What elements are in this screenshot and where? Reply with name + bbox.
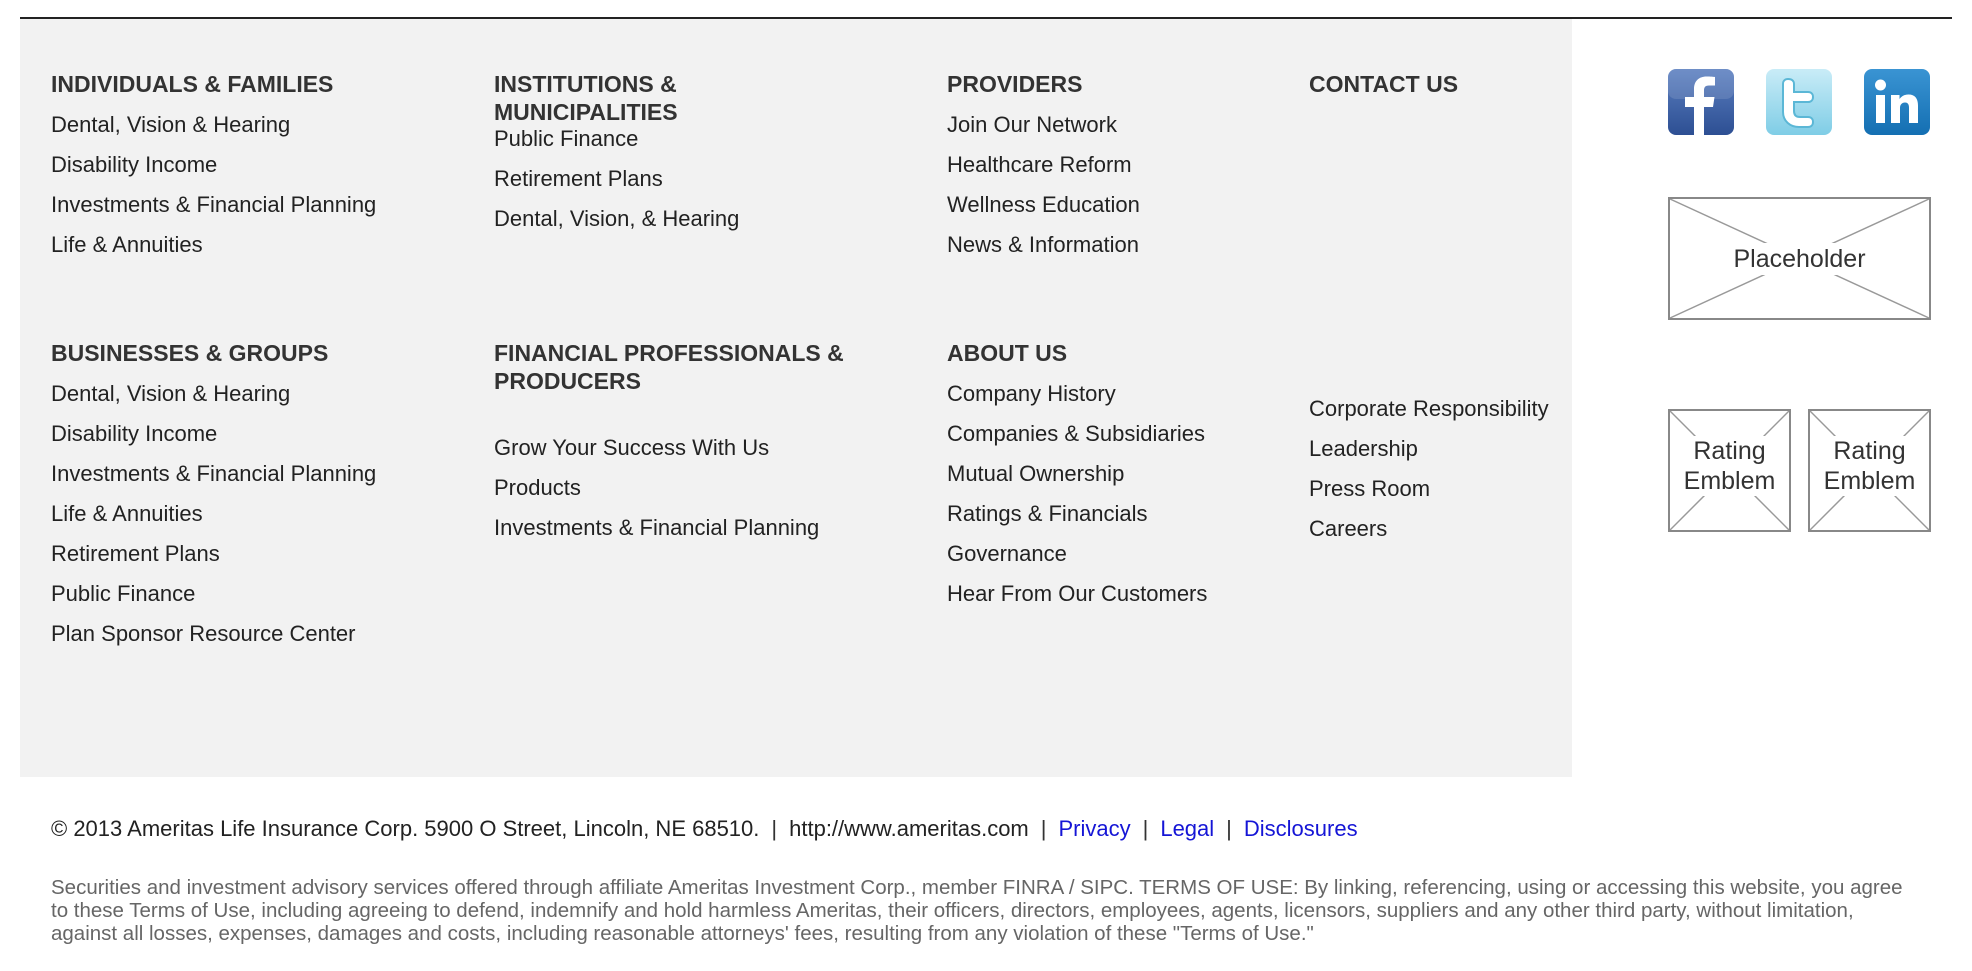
financial-heading-line1: FINANCIAL PROFESSIONALS & [494, 340, 844, 366]
link-ratings-financials[interactable]: Ratings & Financials [947, 494, 1207, 534]
institutions-heading[interactable]: INSTITUTIONS & MUNICIPALITIES [494, 70, 739, 126]
link-wellness-education[interactable]: Wellness Education [947, 185, 1140, 225]
link-companies-subsidiaries[interactable]: Companies & Subsidiaries [947, 414, 1207, 454]
link-plan-sponsor-resource-center[interactable]: Plan Sponsor Resource Center [51, 614, 376, 654]
link-news-information[interactable]: News & Information [947, 225, 1140, 265]
link-governance[interactable]: Governance [947, 534, 1207, 574]
individuals-families-column: INDIVIDUALS & FAMILIES Dental, Vision & … [51, 70, 376, 265]
link-mutual-ownership[interactable]: Mutual Ownership [947, 454, 1207, 494]
link-careers[interactable]: Careers [1309, 509, 1549, 549]
placeholder-image: Placeholder [1668, 197, 1931, 320]
privacy-link[interactable]: Privacy [1058, 816, 1130, 841]
placeholder-label: Placeholder [1670, 243, 1929, 275]
disclosures-link[interactable]: Disclosures [1244, 816, 1358, 841]
link-life-annuities-biz[interactable]: Life & Annuities [51, 494, 376, 534]
link-public-finance[interactable]: Public Finance [494, 119, 739, 159]
rating-emblem-label: Rating Emblem [1816, 436, 1923, 496]
link-retirement-plans-biz[interactable]: Retirement Plans [51, 534, 376, 574]
link-dental-vision-hearing-biz[interactable]: Dental, Vision & Hearing [51, 374, 376, 414]
link-retirement-plans[interactable]: Retirement Plans [494, 159, 739, 199]
securities-disclaimer: Securities and investment advisory servi… [51, 876, 1903, 945]
rating-emblem-label-line2: Emblem [1823, 467, 1916, 495]
contact-us-heading[interactable]: CONTACT US [1309, 70, 1458, 98]
about-us-more-column: Corporate Responsibility Leadership Pres… [1309, 389, 1549, 549]
about-us-column: ABOUT US Company History Companies & Sub… [947, 339, 1207, 614]
link-investments-financial-planning-fin[interactable]: Investments & Financial Planning [494, 508, 844, 548]
financial-professionals-heading[interactable]: FINANCIAL PROFESSIONALS & PRODUCERS [494, 339, 844, 395]
footer-legal-line: © 2013 Ameritas Life Insurance Corp. 590… [51, 815, 1358, 843]
rating-emblem-image: Rating Emblem [1668, 409, 1791, 532]
rating-emblem-image: Rating Emblem [1808, 409, 1931, 532]
link-investments-financial-planning-biz[interactable]: Investments & Financial Planning [51, 454, 376, 494]
individuals-families-heading[interactable]: INDIVIDUALS & FAMILIES [51, 70, 376, 98]
link-investments-financial-planning[interactable]: Investments & Financial Planning [51, 185, 376, 225]
providers-heading[interactable]: PROVIDERS [947, 70, 1140, 98]
providers-column: PROVIDERS Join Our Network Healthcare Re… [947, 70, 1140, 265]
link-products[interactable]: Products [494, 468, 844, 508]
separator: | [771, 816, 778, 841]
link-hear-from-customers[interactable]: Hear From Our Customers [947, 574, 1207, 614]
site-url-text: http://www.ameritas.com [789, 816, 1029, 841]
businesses-groups-column: BUSINESSES & GROUPS Dental, Vision & Hea… [51, 339, 376, 654]
rating-emblem-label: Rating Emblem [1676, 436, 1783, 496]
facebook-icon[interactable] [1668, 69, 1734, 135]
rating-emblem-label-line1: Rating [1833, 437, 1906, 465]
separator: | [1040, 816, 1047, 841]
link-join-our-network[interactable]: Join Our Network [947, 105, 1140, 145]
separator: | [1142, 816, 1149, 841]
link-dental-vision-hearing[interactable]: Dental, Vision & Hearing [51, 105, 376, 145]
financial-professionals-column: FINANCIAL PROFESSIONALS & PRODUCERS Grow… [494, 339, 844, 548]
financial-heading-line2: PRODUCERS [494, 368, 641, 394]
link-disability-income-biz[interactable]: Disability Income [51, 414, 376, 454]
institutions-heading-line1: INSTITUTIONS & [494, 71, 677, 97]
about-us-heading[interactable]: ABOUT US [947, 339, 1207, 367]
link-leadership[interactable]: Leadership [1309, 429, 1549, 469]
link-disability-income[interactable]: Disability Income [51, 145, 376, 185]
rating-emblem-label-line1: Rating [1693, 437, 1766, 465]
twitter-icon[interactable] [1766, 69, 1832, 135]
link-corporate-responsibility[interactable]: Corporate Responsibility [1309, 389, 1549, 429]
link-press-room[interactable]: Press Room [1309, 469, 1549, 509]
businesses-groups-heading[interactable]: BUSINESSES & GROUPS [51, 339, 376, 367]
rating-emblem-label-line2: Emblem [1683, 467, 1776, 495]
link-company-history[interactable]: Company History [947, 374, 1207, 414]
link-life-annuities[interactable]: Life & Annuities [51, 225, 376, 265]
link-healthcare-reform[interactable]: Healthcare Reform [947, 145, 1140, 185]
link-public-finance-biz[interactable]: Public Finance [51, 574, 376, 614]
linkedin-icon[interactable] [1864, 69, 1930, 135]
institutions-column: INSTITUTIONS & MUNICIPALITIES Public Fin… [494, 70, 739, 239]
copyright-text: © 2013 Ameritas Life Insurance Corp. 590… [51, 816, 760, 841]
link-grow-your-success[interactable]: Grow Your Success With Us [494, 428, 844, 468]
contact-column: CONTACT US [1309, 70, 1458, 98]
legal-link[interactable]: Legal [1160, 816, 1214, 841]
link-dental-vision-hearing-inst[interactable]: Dental, Vision, & Hearing [494, 199, 739, 239]
separator: | [1226, 816, 1232, 841]
